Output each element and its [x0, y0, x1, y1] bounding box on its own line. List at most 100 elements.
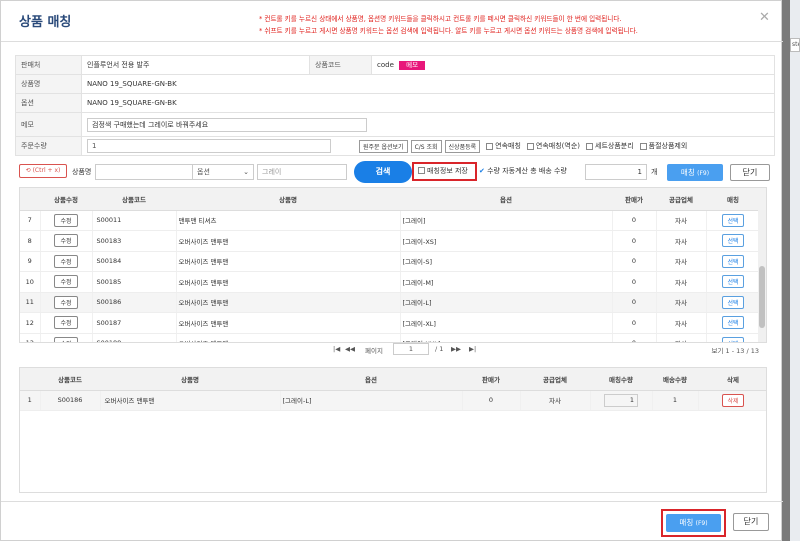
prev-page-icon[interactable]: ◀◀	[345, 345, 355, 353]
match-button-top-label: 매칭	[680, 168, 695, 177]
edit-button[interactable]: 수정	[54, 316, 78, 330]
chevron-down-icon: ⌄	[243, 168, 249, 176]
auto-qty-group: ✔ 수량 자동계산 총 배송 수량	[479, 166, 567, 176]
select-button[interactable]: 선택	[722, 295, 744, 309]
matched-row[interactable]: 1 S00186 오버사이즈 맨투맨 [그레이-L] 0 자사 1 1 삭제	[20, 390, 766, 411]
search-row: ⟲ (Ctrl + x) 상품명 옵션 ⌄ 그레이 검색 매칭정보 저장 ✔ 수…	[19, 161, 779, 183]
matched-col-delete: 삭제	[698, 368, 766, 391]
option-select-value: 옵션	[197, 168, 210, 176]
split-set-checkbox[interactable]	[586, 142, 594, 150]
header-divider	[1, 41, 783, 42]
table-row[interactable]: 12 수정 S00187 오버사이즈 맨투맨 [그레이-XL] 0 자사 선택	[20, 312, 766, 334]
search-product-name-input[interactable]	[95, 164, 205, 180]
match-button-top[interactable]: 매칭 (F9)	[667, 164, 723, 181]
select-button[interactable]: 선택	[722, 316, 744, 330]
close-button-bottom[interactable]: 닫기	[733, 513, 769, 531]
save-match-label: 매칭정보 저장	[427, 167, 468, 175]
search-option-input[interactable]: 그레이	[257, 164, 347, 180]
matched-col-price: 판매가	[462, 368, 520, 391]
continuous-match-label: 연속매칭	[495, 142, 521, 150]
seller-value: 인플루언서 전용 발주	[81, 55, 310, 75]
edit-button[interactable]: 수정	[54, 275, 78, 289]
select-button[interactable]: 선택	[722, 234, 744, 248]
check-icon: ✔	[479, 167, 485, 175]
continuous-match-checkbox[interactable]	[486, 142, 494, 150]
col-product-name: 상품명	[176, 188, 400, 211]
background-button-stub: ste	[790, 38, 800, 52]
search-button[interactable]: 검색	[354, 161, 412, 183]
table-row[interactable]: 10 수정 S00185 오버사이즈 맨투맨 [그레이-M] 0 자사 선택	[20, 271, 766, 293]
select-button[interactable]: 선택	[722, 275, 744, 289]
table-row[interactable]: 13 수정 S00188 오버사이즈 맨투맨 [그레이-XXL] 0 자사 선택	[20, 333, 766, 342]
edit-button[interactable]: 수정	[54, 254, 78, 268]
search-product-name-label: 상품명	[72, 168, 92, 176]
col-option: 옵션	[400, 188, 612, 211]
first-page-icon[interactable]: |◀	[333, 345, 340, 353]
product-name-value: NANO 19_SQUARE-GN-BK	[81, 74, 775, 94]
product-code-cell: code 메모	[371, 55, 775, 75]
edit-button[interactable]: 수정	[54, 295, 78, 309]
cs-lookup-button[interactable]: C/S 조회	[410, 139, 442, 153]
match-button-top-shortcut: (F9)	[697, 170, 710, 177]
next-page-icon[interactable]: ▶▶	[451, 345, 461, 353]
product-result-grid: 상품수정 상품코드 상품명 옵션 판매가 공급업체 매칭 7 수정 S00011…	[19, 187, 767, 343]
save-match-checkbox[interactable]	[418, 167, 425, 174]
continuous-match-reverse-label: 연속매칭(역순)	[535, 142, 581, 150]
option-value: NANO 19_SQUARE-GN-BK	[81, 93, 775, 113]
match-button-bottom[interactable]: 매칭 (F9)	[666, 514, 721, 532]
product-code-value: code	[377, 60, 394, 69]
memo-label: 메모	[15, 112, 82, 137]
matched-col-supplier: 공급업체	[520, 368, 590, 391]
select-button[interactable]: 선택	[722, 213, 744, 227]
col-match: 매칭	[706, 188, 760, 211]
option-label: 옵션	[15, 93, 82, 113]
option-select[interactable]: 옵션 ⌄	[192, 164, 254, 180]
matched-product-grid: 상품코드 상품명 옵션 판매가 공급업체 매칭수량 배송수량 삭제 1 S001…	[19, 367, 767, 493]
matched-col-code: 상품코드	[40, 368, 100, 391]
table-row[interactable]: 8 수정 S00183 오버사이즈 맨투맨 [그레이-XS] 0 자사 선택	[20, 230, 766, 252]
select-button[interactable]: 선택	[722, 254, 744, 268]
memo-text: 검정색 구매했는데 그레이로 바꿔주세요	[92, 120, 209, 129]
continuous-match-reverse-checkbox[interactable]	[526, 142, 534, 150]
close-icon[interactable]: ✕	[759, 10, 770, 25]
view-original-option-button[interactable]: 원주문 옵션보기	[359, 139, 408, 153]
memo-textarea[interactable]: 검정색 구매했는데 그레이로 바꿔주세요	[87, 117, 367, 132]
col-price: 판매가	[612, 188, 656, 211]
clear-search-button[interactable]: ⟲ (Ctrl + x)	[19, 164, 67, 178]
notice-line-2: * 쉬프트 키를 누르고 게시면 상품명 키워드는 옵션 검색에 입력됩니다. …	[259, 27, 638, 35]
product-code-label: 상품코드	[309, 55, 372, 75]
delete-button[interactable]: 삭제	[722, 393, 744, 407]
close-button-top[interactable]: 닫기	[730, 164, 770, 181]
edit-button[interactable]: 수정	[54, 213, 78, 227]
exclude-soldout-checkbox[interactable]	[639, 142, 647, 150]
new-product-button[interactable]: 신상품등록	[444, 139, 481, 153]
split-set-label: 세트상품분리	[595, 142, 634, 150]
edit-button[interactable]: 수정	[54, 234, 78, 248]
product-matching-modal: 상품 매칭 * 컨트롤 키를 누르신 상태에서 상품명, 옵션명 키워드들을 클…	[0, 0, 783, 541]
total-qty-input[interactable]: 1	[585, 164, 647, 180]
page-number-input[interactable]: 1	[393, 343, 429, 355]
order-qty-input[interactable]: 1	[87, 139, 331, 153]
matched-col-name: 상품명	[100, 368, 280, 391]
matched-col-match-qty: 매칭수량	[590, 368, 652, 391]
table-row[interactable]: 7 수정 S00011 맨투맨 티셔츠 [그레이] 0 자사 선택	[20, 210, 766, 231]
last-page-icon[interactable]: ▶|	[469, 345, 476, 353]
modal-title: 상품 매칭	[19, 15, 72, 30]
pagination: |◀ ◀◀ 페이지 1 / 1 ▶▶ ▶| 보기 1 - 13 / 13	[19, 343, 767, 357]
exclude-soldout-label: 품절상품제외	[648, 142, 688, 150]
col-supplier: 공급업체	[656, 188, 706, 211]
result-grid-scrollbar[interactable]	[758, 210, 766, 342]
order-qty-cell: 1 원주문 옵션보기 C/S 조회 신상품등록 연속매칭 연속매칭(역순) 세트…	[81, 136, 775, 156]
match-qty-input[interactable]: 1	[604, 393, 638, 407]
memo-cell: 검정색 구매했는데 그레이로 바꿔주세요	[81, 112, 775, 137]
page-label: 페이지	[365, 347, 383, 355]
table-row[interactable]: 9 수정 S00184 오버사이즈 맨투맨 [그레이-S] 0 자사 선택	[20, 251, 766, 272]
matched-col-option: 옵션	[280, 368, 462, 391]
matched-col-ship-qty: 배송수량	[652, 368, 698, 391]
total-qty-label: 총 배송 수량	[530, 167, 567, 175]
save-match-info-box[interactable]: 매칭정보 저장	[412, 162, 477, 181]
scrollbar-thumb[interactable]	[759, 266, 765, 328]
table-row[interactable]: 11 수정 S00186 오버사이즈 맨투맨 [그레이-L] 0 자사 선택	[20, 292, 766, 313]
background-page: ste	[790, 0, 800, 541]
product-name-label: 상품명	[15, 74, 82, 94]
